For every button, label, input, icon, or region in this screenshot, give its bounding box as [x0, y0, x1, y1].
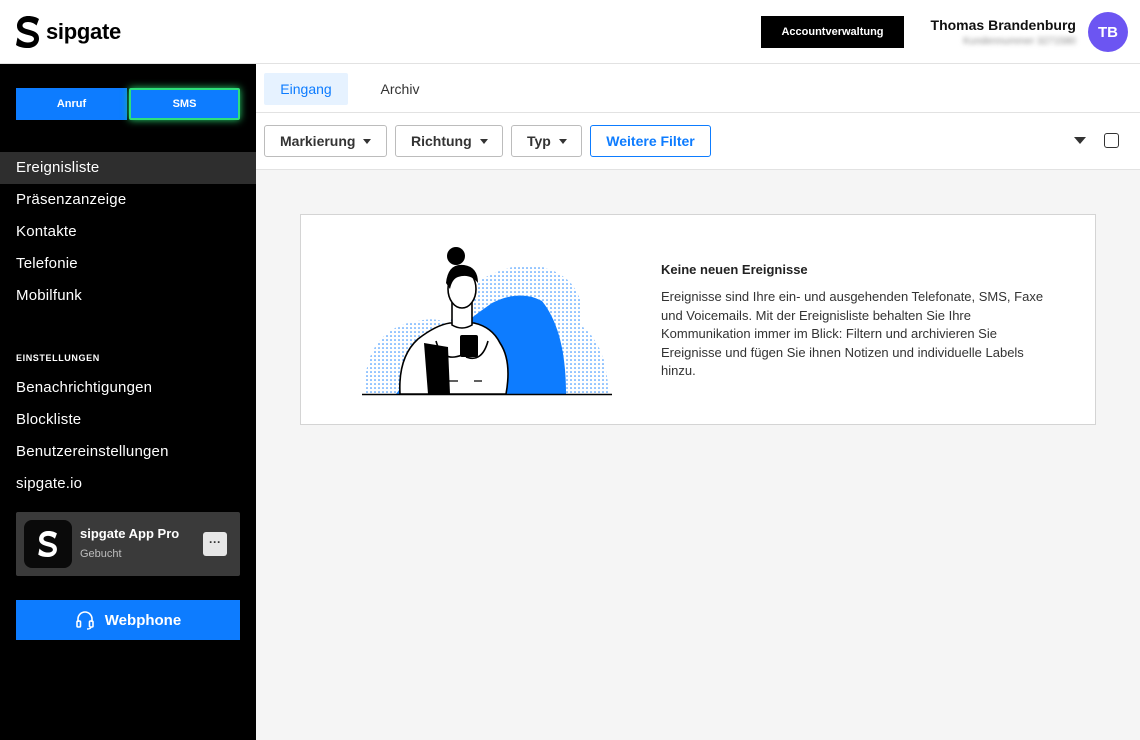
sipgate-logo-icon [16, 16, 39, 48]
sipgate-logo-icon [38, 531, 57, 557]
more-filters-button[interactable]: Weitere Filter [590, 125, 711, 157]
filter-marking-dropdown[interactable]: Markierung [264, 125, 387, 157]
sidebar-item-mobilfunk[interactable]: Mobilfunk [0, 280, 256, 312]
webphone-button[interactable]: Webphone [16, 600, 240, 640]
filter-direction-dropdown[interactable]: Richtung [395, 125, 503, 157]
user-name[interactable]: Thomas Brandenburg [920, 17, 1076, 33]
sidebar-item-sipgate-io[interactable]: sipgate.io [0, 468, 256, 500]
caret-down-icon [363, 138, 372, 144]
sidebar-item-blockliste[interactable]: Blockliste [0, 404, 256, 436]
tabs-bar: Eingang Archiv [256, 64, 1140, 113]
checkbox-icon[interactable] [1104, 133, 1119, 148]
headset-icon [75, 611, 94, 630]
more-options-button[interactable]: ··· [203, 532, 227, 556]
tab-archiv[interactable]: Archiv [364, 73, 436, 105]
sidebar: Anruf SMS Ereignisliste Präsenzanzeige K… [0, 64, 256, 740]
sidebar-item-ereignisliste[interactable]: Ereignisliste [0, 152, 256, 184]
filter-type-dropdown[interactable]: Typ [511, 125, 582, 157]
caret-down-icon [479, 138, 488, 144]
app-header: sipgate Accountverwaltung Thomas Branden… [0, 0, 1140, 64]
webphone-label: Webphone [104, 611, 182, 629]
caret-down-icon[interactable] [1074, 137, 1086, 144]
customer-number: Kundennummer 3271580 [963, 36, 1076, 47]
settings-heading: EINSTELLUNGEN [16, 353, 100, 363]
caret-down-icon [558, 138, 567, 144]
sidebar-item-telefonie[interactable]: Telefonie [0, 248, 256, 280]
sipgate-logo[interactable]: sipgate [16, 16, 121, 48]
logo-text: sipgate [46, 19, 121, 44]
filter-bar: Markierung Richtung Typ Weitere Filter [256, 113, 1140, 170]
filter-marking-label: Markierung [280, 133, 356, 149]
empty-state-illustration [362, 247, 612, 396]
call-button[interactable]: Anruf [16, 88, 127, 120]
user-avatar[interactable]: TB [1088, 12, 1128, 52]
empty-state-description: Ereignisse sind Ihre ein- und ausgehende… [661, 289, 1044, 378]
sidebar-item-praesenzanzeige[interactable]: Präsenzanzeige [0, 184, 256, 216]
sms-button[interactable]: SMS [129, 88, 240, 120]
app-pro-card: sipgate App Pro Gebucht ··· [16, 512, 240, 576]
app-card-title: sipgate App Pro [80, 526, 180, 541]
sidebar-item-benutzereinstellungen[interactable]: Benutzereinstellungen [0, 436, 256, 468]
account-management-button[interactable]: Accountverwaltung [761, 16, 904, 48]
app-card-status: Gebucht [80, 548, 122, 560]
filter-type-label: Typ [527, 133, 551, 149]
empty-state-title: Keine neuen Ereignisse [661, 262, 808, 277]
tab-eingang[interactable]: Eingang [264, 73, 348, 105]
sidebar-item-kontakte[interactable]: Kontakte [0, 216, 256, 248]
main-content: Eingang Archiv Markierung Richtung Typ W… [256, 64, 1140, 740]
sidebar-item-benachrichtigungen[interactable]: Benachrichtigungen [0, 372, 256, 404]
empty-state-card: Keine neuen Ereignisse Ereignisse sind I… [300, 214, 1096, 425]
filter-direction-label: Richtung [411, 133, 472, 149]
sipgate-app-icon [24, 520, 72, 568]
